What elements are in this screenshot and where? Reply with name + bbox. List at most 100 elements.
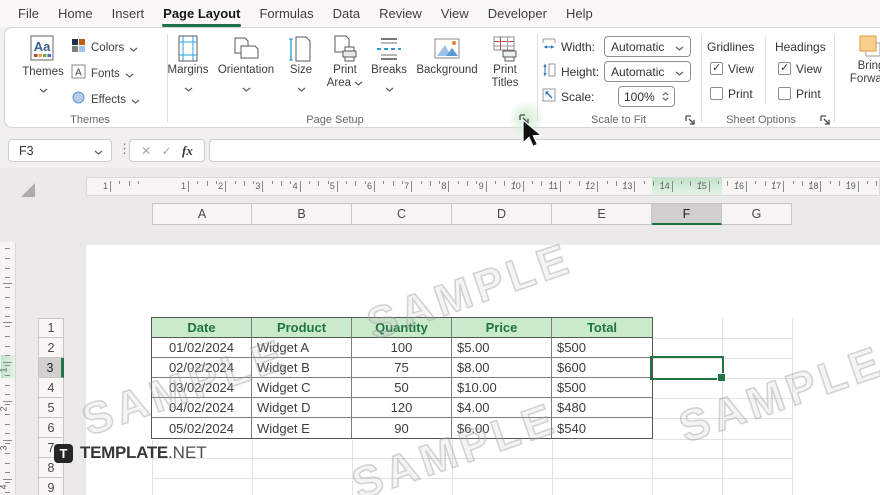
background-label: Background <box>416 64 478 76</box>
column-header-c[interactable]: C <box>352 203 452 225</box>
tab-formulas[interactable]: Formulas <box>259 6 313 21</box>
table-cell[interactable]: $6.00 <box>452 418 552 438</box>
gridlines-print-checkbox[interactable] <box>710 87 723 100</box>
column-header-a[interactable]: A <box>152 203 252 225</box>
print-area-button[interactable]: Print Area <box>322 34 368 90</box>
table-cell[interactable]: $500 <box>552 378 652 398</box>
ruler-tick <box>5 248 10 249</box>
table-cell[interactable]: 03/02/2024 <box>152 378 252 398</box>
headings-print-checkbox[interactable] <box>778 87 791 100</box>
print-titles-button[interactable]: Print Titles <box>482 34 528 90</box>
ruler-tick <box>392 181 394 186</box>
name-box[interactable]: F3 <box>8 139 112 162</box>
h-ruler-number: 14 <box>659 181 670 191</box>
column-header-g[interactable]: G <box>722 203 792 225</box>
table-cell[interactable]: 50 <box>352 378 452 398</box>
h-ruler-number: 13 <box>622 181 633 191</box>
tab-home[interactable]: Home <box>58 6 93 21</box>
tab-developer[interactable]: Developer <box>488 6 547 21</box>
fill-handle[interactable] <box>717 373 726 382</box>
row-header-3[interactable]: 3 <box>38 358 64 378</box>
column-header-b[interactable]: B <box>252 203 352 225</box>
breaks-button[interactable]: Breaks <box>366 34 412 97</box>
margins-label: Margins <box>167 64 209 76</box>
size-button[interactable]: Size <box>281 34 321 97</box>
table-cell[interactable]: 01/02/2024 <box>152 338 252 358</box>
table-cell[interactable]: Widget D <box>252 398 352 418</box>
colors-button[interactable]: Colors <box>71 36 167 60</box>
enter-icon[interactable]: ✓ <box>162 144 172 158</box>
gridline <box>152 458 792 459</box>
column-header-e[interactable]: E <box>552 203 652 225</box>
select-all-corner[interactable] <box>21 183 35 197</box>
table-cell[interactable]: $10.00 <box>452 378 552 398</box>
width-combo[interactable]: Automatic <box>604 36 691 57</box>
background-button[interactable]: Background <box>412 34 482 77</box>
gridlines-view-checkbox[interactable] <box>710 61 723 75</box>
spinner-arrows-icon[interactable] <box>662 92 669 101</box>
selected-cell-F3[interactable] <box>650 356 724 380</box>
table-cell[interactable]: 05/02/2024 <box>152 418 252 438</box>
table-cell[interactable]: Widget A <box>252 338 352 358</box>
row-header-1[interactable]: 1 <box>38 318 64 338</box>
table-cell[interactable]: Widget C <box>252 378 352 398</box>
fonts-button[interactable]: A Fonts <box>71 62 167 86</box>
ruler-tick <box>866 181 868 184</box>
row-header-4[interactable]: 4 <box>38 378 64 398</box>
print-area-label: Area <box>327 77 364 90</box>
row-header-9[interactable]: 9 <box>38 478 64 495</box>
tab-insert[interactable]: Insert <box>112 6 145 21</box>
table-cell[interactable]: $480 <box>552 398 652 418</box>
headings-view-label: View <box>796 62 822 76</box>
table-cell[interactable]: Widget B <box>252 358 352 378</box>
sheet-options-dialog-launcher[interactable] <box>818 113 832 127</box>
row-header-6[interactable]: 6 <box>38 418 64 438</box>
table-cell[interactable]: 100 <box>352 338 452 358</box>
width-icon <box>541 37 557 58</box>
effects-button[interactable]: Effects <box>71 88 167 112</box>
ruler-tick <box>578 181 580 186</box>
margins-button[interactable]: Margins <box>162 34 214 97</box>
h-ruler-number: 5 <box>329 181 335 191</box>
table-cell[interactable]: Widget E <box>252 418 352 438</box>
column-header-f[interactable]: F <box>652 203 722 225</box>
table-cell[interactable]: $600 <box>552 358 652 378</box>
table-cell[interactable]: $4.00 <box>452 398 552 418</box>
print-area-icon <box>330 34 360 64</box>
headings-view-checkbox[interactable] <box>778 61 791 75</box>
table-cell[interactable]: $500 <box>552 338 652 358</box>
table-cell[interactable]: 120 <box>352 398 452 418</box>
tab-page-layout[interactable]: Page Layout <box>162 6 242 27</box>
table-cell[interactable]: 02/02/2024 <box>152 358 252 378</box>
ruler-tick <box>755 181 757 184</box>
tab-file[interactable]: File <box>18 6 39 21</box>
themes-button[interactable]: Aa Themes <box>17 33 69 111</box>
ruler-tick <box>420 181 422 184</box>
row-header-5[interactable]: 5 <box>38 398 64 418</box>
tab-help[interactable]: Help <box>566 6 593 21</box>
gridline <box>352 440 353 495</box>
column-header-d[interactable]: D <box>452 203 552 225</box>
ruler-tick <box>3 440 12 441</box>
height-combo[interactable]: Automatic <box>604 61 691 82</box>
table-cell[interactable]: $540 <box>552 418 652 438</box>
ruler-tick <box>110 181 111 192</box>
tab-data[interactable]: Data <box>333 6 360 21</box>
scale-to-fit-dialog-launcher[interactable] <box>683 113 697 127</box>
table-cell[interactable]: 04/02/2024 <box>152 398 252 418</box>
table-cell[interactable]: $5.00 <box>452 338 552 358</box>
scale-spinner[interactable]: 100% <box>618 86 675 107</box>
row-header-2[interactable]: 2 <box>38 338 64 358</box>
insert-function-icon[interactable]: fx <box>182 143 193 159</box>
orientation-button[interactable]: Orientation <box>213 34 279 97</box>
tab-view[interactable]: View <box>441 6 469 21</box>
table-cell[interactable]: 75 <box>352 358 452 378</box>
mini-separator <box>765 36 766 104</box>
cancel-icon[interactable]: ✕ <box>141 144 151 158</box>
table-cell[interactable]: 90 <box>352 418 452 438</box>
tab-review[interactable]: Review <box>379 6 422 21</box>
ruler-tick <box>429 181 431 186</box>
bring-forward-button[interactable]: Bring Forward <box>850 34 880 86</box>
h-ruler-number: 17 <box>771 181 782 191</box>
table-cell[interactable]: $8.00 <box>452 358 552 378</box>
